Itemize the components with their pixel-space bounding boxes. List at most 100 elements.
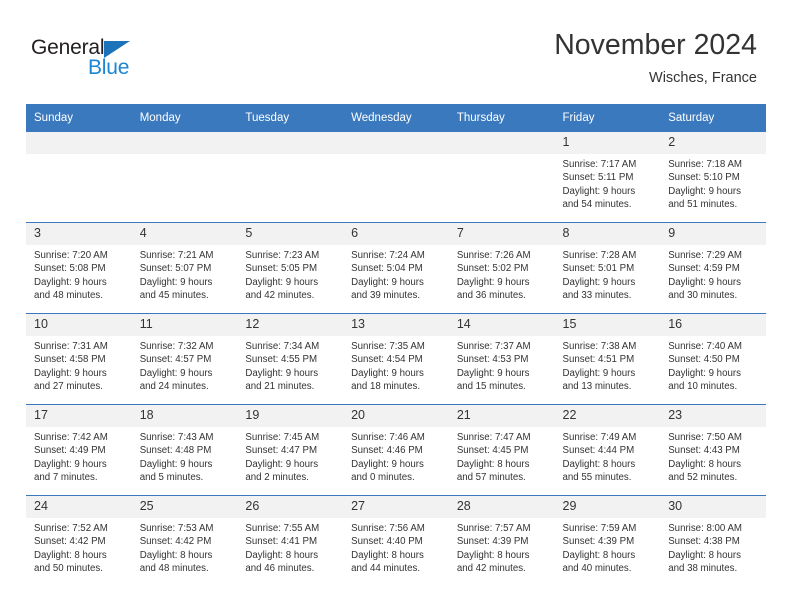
weekday-header-thursday: Thursday (448, 104, 555, 132)
day-number (26, 132, 132, 154)
day-sun-info: Sunrise: 7:26 AM Sunset: 5:02 PM Daylight:… (449, 245, 555, 303)
calendar-day-cell[interactable]: 1 Sunrise: 7:17 AM Sunset: 5:11 PM Daylight… (554, 132, 661, 223)
day-info-line: Sunrise: 7:50 AM (668, 432, 742, 443)
calendar-day-cell[interactable]: 14 Sunrise: 7:37 AM Sunset: 4:53 PM Dayligh… (448, 313, 555, 405)
day-number (448, 132, 555, 154)
day-info-line: and 55 minutes. (562, 472, 632, 484)
day-info-line: and 44 minutes. (351, 563, 421, 575)
calendar-day-cell[interactable]: 16 Sunrise: 7:40 AM Sunset: 4:50 PM Dayligh… (660, 313, 766, 405)
day-sun-info: Sunrise: 7:37 AM Sunset: 4:53 PM Daylight:… (449, 336, 555, 394)
calendar-day-cell[interactable]: 15 Sunrise: 7:38 AM Sunset: 4:51 PM Dayligh… (554, 313, 661, 405)
day-info-line: and 33 minutes. (562, 290, 632, 302)
day-info-line: Daylight: 9 hours (668, 185, 741, 197)
calendar-day-cell[interactable]: 11 Sunrise: 7:32 AM Sunset: 4:57 PM Dayligh… (131, 313, 238, 405)
calendar-day-cell[interactable]: 19 Sunrise: 7:45 AM Sunset: 4:47 PM Dayligh… (237, 404, 344, 496)
day-info-line: Sunset: 5:08 PM (34, 263, 106, 275)
day-info-line: Daylight: 9 hours (668, 367, 741, 379)
day-info-line: Daylight: 9 hours (245, 458, 319, 470)
day-sun-info: Sunrise: 7:38 AM Sunset: 4:51 PM Daylight:… (555, 336, 661, 394)
calendar-day-cell[interactable]: 10 Sunrise: 7:31 AM Sunset: 4:58 PM Dayligh… (26, 313, 132, 405)
calendar-day-cell[interactable]: 6 Sunrise: 7:24 AM Sunset: 5:04 PM Daylight… (343, 222, 449, 314)
day-info-line: and 52 minutes. (668, 472, 738, 484)
calendar-day-cell[interactable]: 25 Sunrise: 7:53 AM Sunset: 4:42 PM Dayligh… (131, 495, 238, 586)
day-info-line: Sunrise: 7:23 AM (245, 250, 320, 261)
day-sun-info: Sunrise: 7:52 AM Sunset: 4:42 PM Daylight:… (26, 518, 132, 576)
day-sun-info: Sunrise: 7:17 AM Sunset: 5:11 PM Daylight:… (555, 154, 661, 212)
day-info-line: Daylight: 8 hours (562, 458, 636, 470)
day-sun-info: Sunrise: 7:42 AM Sunset: 4:49 PM Daylight:… (26, 427, 132, 485)
day-info-line: Sunrise: 7:31 AM (34, 341, 108, 352)
day-info-line: Sunset: 4:55 PM (245, 354, 318, 366)
day-sun-info (132, 154, 238, 158)
day-info-line: Sunset: 5:05 PM (245, 263, 318, 275)
day-info-line: and 7 minutes. (34, 472, 98, 484)
day-number: 3 (26, 223, 132, 245)
day-number: 9 (660, 223, 766, 245)
day-number: 28 (448, 496, 555, 518)
calendar-week-row: 17 Sunrise: 7:42 AM Sunset: 4:49 PM Dayligh… (26, 404, 766, 496)
day-info-line: and 0 minutes. (351, 472, 415, 484)
calendar-day-cell[interactable]: 3 Sunrise: 7:20 AM Sunset: 5:08 PM Daylight… (26, 222, 132, 314)
calendar-day-cell[interactable]: 4 Sunrise: 7:21 AM Sunset: 5:07 PM Daylight… (131, 222, 238, 314)
day-info-line: Daylight: 9 hours (245, 367, 319, 379)
day-number: 15 (554, 314, 661, 336)
calendar-day-cell[interactable]: 5 Sunrise: 7:23 AM Sunset: 5:05 PM Daylight… (237, 222, 344, 314)
calendar-day-cell[interactable]: 20 Sunrise: 7:46 AM Sunset: 4:46 PM Dayligh… (343, 404, 449, 496)
day-info-line: Sunrise: 7:29 AM (668, 250, 742, 261)
calendar-day-cell[interactable]: 9 Sunrise: 7:29 AM Sunset: 4:59 PM Daylight… (660, 222, 766, 314)
day-number: 7 (448, 223, 555, 245)
day-number: 21 (448, 405, 555, 427)
day-info-line: Daylight: 8 hours (668, 549, 741, 561)
day-number: 20 (343, 405, 449, 427)
day-info-line: and 40 minutes. (562, 563, 632, 575)
calendar-day-cell[interactable]: 23 Sunrise: 7:50 AM Sunset: 4:43 PM Dayligh… (660, 404, 766, 496)
day-info-line: Sunrise: 7:18 AM (668, 159, 742, 170)
day-info-line: and 45 minutes. (139, 290, 209, 302)
calendar-day-cell[interactable]: 26 Sunrise: 7:55 AM Sunset: 4:41 PM Dayligh… (237, 495, 344, 586)
day-info-line: Daylight: 9 hours (456, 367, 530, 379)
day-info-line: Daylight: 9 hours (456, 276, 530, 288)
day-info-line: Sunrise: 7:32 AM (139, 341, 214, 352)
day-info-line: and 36 minutes. (456, 290, 526, 302)
calendar-week-row: 24 Sunrise: 7:52 AM Sunset: 4:42 PM Dayligh… (26, 495, 766, 586)
calendar-day-cell[interactable]: 21 Sunrise: 7:47 AM Sunset: 4:45 PM Dayligh… (448, 404, 555, 496)
day-info-line: and 51 minutes. (668, 199, 738, 211)
day-sun-info: Sunrise: 7:40 AM Sunset: 4:50 PM Daylight:… (660, 336, 766, 394)
calendar-day-cell[interactable]: 22 Sunrise: 7:49 AM Sunset: 4:44 PM Dayligh… (554, 404, 661, 496)
day-sun-info: Sunrise: 7:55 AM Sunset: 4:41 PM Daylight:… (237, 518, 343, 576)
calendar-day-cell[interactable]: 8 Sunrise: 7:28 AM Sunset: 5:01 PM Daylight… (554, 222, 661, 314)
day-info-line: Sunrise: 7:49 AM (562, 432, 637, 443)
day-info-line: Daylight: 8 hours (34, 549, 107, 561)
calendar-day-cell[interactable]: 29 Sunrise: 7:59 AM Sunset: 4:39 PM Dayligh… (554, 495, 661, 586)
day-number: 30 (660, 496, 766, 518)
day-info-line: Sunrise: 7:42 AM (34, 432, 108, 443)
day-sun-info: Sunrise: 7:34 AM Sunset: 4:55 PM Daylight:… (237, 336, 343, 394)
day-info-line: Sunrise: 7:55 AM (245, 523, 320, 534)
calendar-day-cell[interactable]: 30 Sunrise: 8:00 AM Sunset: 4:38 PM Dayligh… (660, 495, 766, 586)
day-info-line: Sunset: 4:49 PM (34, 445, 106, 457)
day-info-line: Sunset: 5:11 PM (562, 172, 634, 184)
calendar-day-cell[interactable]: 18 Sunrise: 7:43 AM Sunset: 4:48 PM Dayligh… (131, 404, 238, 496)
day-number: 29 (554, 496, 661, 518)
day-info-line: Daylight: 8 hours (351, 549, 424, 561)
day-number: 2 (660, 132, 766, 154)
calendar-day-cell[interactable]: 27 Sunrise: 7:56 AM Sunset: 4:40 PM Dayligh… (343, 495, 449, 586)
calendar-day-cell[interactable]: 17 Sunrise: 7:42 AM Sunset: 4:49 PM Dayligh… (26, 404, 132, 496)
calendar-day-cell[interactable]: 12 Sunrise: 7:34 AM Sunset: 4:55 PM Dayligh… (237, 313, 344, 405)
calendar-day-cell[interactable]: 2 Sunrise: 7:18 AM Sunset: 5:10 PM Daylight… (660, 132, 766, 223)
day-info-line: Sunrise: 7:35 AM (351, 341, 425, 352)
weekday-header-friday: Friday (554, 104, 661, 132)
title-block: November 2024 Wisches, France (554, 28, 757, 88)
weekday-header-saturday: Saturday (660, 104, 766, 132)
day-sun-info: Sunrise: 7:31 AM Sunset: 4:58 PM Daylight:… (26, 336, 132, 394)
calendar-day-cell[interactable]: 7 Sunrise: 7:26 AM Sunset: 5:02 PM Daylight… (448, 222, 555, 314)
calendar-day-cell[interactable]: 28 Sunrise: 7:57 AM Sunset: 4:39 PM Dayligh… (448, 495, 555, 586)
day-number: 11 (131, 314, 238, 336)
day-info-line: and 57 minutes. (456, 472, 526, 484)
calendar-day-cell[interactable]: 24 Sunrise: 7:52 AM Sunset: 4:42 PM Dayligh… (26, 495, 132, 586)
day-sun-info: Sunrise: 8:00 AM Sunset: 4:38 PM Daylight:… (660, 518, 766, 576)
day-info-line: Sunset: 4:39 PM (562, 536, 635, 548)
day-info-line: Daylight: 9 hours (351, 276, 424, 288)
calendar-day-cell[interactable]: 13 Sunrise: 7:35 AM Sunset: 4:54 PM Dayligh… (343, 313, 449, 405)
day-sun-info: Sunrise: 7:29 AM Sunset: 4:59 PM Daylight:… (660, 245, 766, 303)
